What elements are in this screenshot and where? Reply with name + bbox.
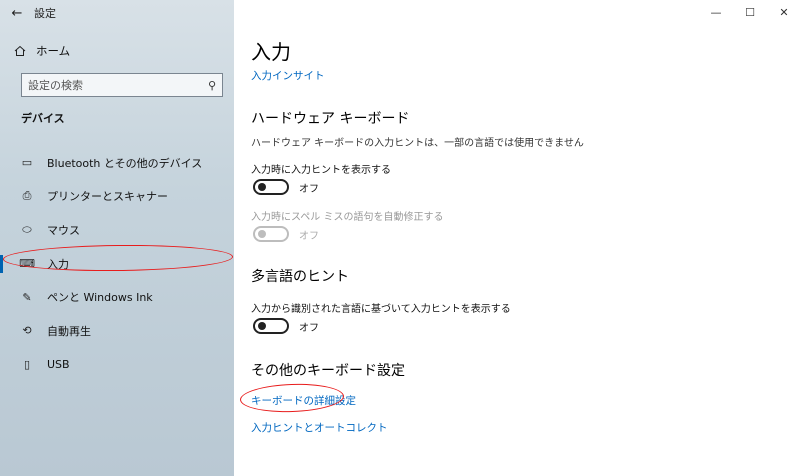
title-bar: ← 設定 — [0, 0, 234, 26]
insight-link[interactable]: 入力インサイト — [251, 68, 325, 83]
sidebar-item-bluetooth[interactable]: ▭ Bluetooth とその他のデバイス — [0, 146, 234, 180]
sidebar-item-autoplay[interactable]: ⟲ 自動再生 — [0, 314, 234, 348]
sidebar-item-pen[interactable]: ✎ ペンと Windows Ink — [0, 280, 234, 314]
sidebar: ← 設定 ホーム 設定の検索 ⚲ デバイス ▭ Bluetooth とその他のデ… — [0, 0, 234, 476]
usb-icon: ▯ — [23, 357, 31, 371]
multilingual-heading: 多言語のヒント — [251, 269, 349, 285]
hints-autocorrect-link[interactable]: 入力ヒントとオートコレクト — [251, 420, 388, 435]
close-button[interactable]: ✕ — [768, 0, 800, 24]
pen-icon: ✎ — [22, 290, 32, 304]
toggle-switch[interactable] — [253, 318, 289, 334]
section-heading: デバイス — [21, 112, 65, 125]
toggle-switch-disabled — [253, 226, 289, 242]
autocorrect-toggle: オフ — [253, 226, 319, 242]
mouse-icon: ⬭ — [22, 222, 32, 236]
hardware-keyboard-description: ハードウェア キーボードの入力ヒントは、一部の言語では使用できません — [251, 138, 584, 149]
sidebar-item-label: ペンと Windows Ink — [47, 291, 153, 305]
multilingual-label: 入力から識別された言語に基づいて入力ヒントを表示する — [251, 304, 511, 315]
sidebar-item-label: 自動再生 — [47, 324, 91, 338]
maximize-icon: ☐ — [745, 5, 755, 19]
minimize-button[interactable]: — — [700, 0, 732, 24]
minimize-icon: — — [710, 5, 722, 19]
other-keyboard-heading: その他のキーボード設定 — [251, 363, 405, 379]
toggle-switch[interactable] — [253, 179, 289, 195]
printer-icon: ⎙ — [22, 189, 32, 203]
page-title: 入力 — [251, 40, 291, 64]
maximize-button[interactable]: ☐ — [734, 0, 766, 24]
autoplay-icon: ⟲ — [22, 324, 32, 338]
close-icon: ✕ — [779, 5, 789, 19]
back-button[interactable]: ← — [0, 0, 34, 26]
hardware-keyboard-heading: ハードウェア キーボード — [251, 111, 410, 127]
sidebar-item-label: USB — [47, 357, 70, 371]
search-input[interactable]: 設定の検索 ⚲ — [21, 73, 223, 97]
sidebar-item-mouse[interactable]: ⬭ マウス — [0, 213, 234, 247]
sidebar-item-label: 入力 — [47, 257, 69, 271]
window-controls: — ☐ ✕ — [698, 0, 800, 26]
nav-home[interactable]: ホーム — [14, 40, 70, 62]
advanced-keyboard-link[interactable]: キーボードの詳細設定 — [251, 393, 356, 408]
nav-home-label: ホーム — [36, 44, 71, 58]
search-placeholder: 設定の検索 — [28, 79, 83, 92]
bluetooth-devices-icon: ▭ — [21, 156, 33, 170]
search-icon: ⚲ — [207, 78, 216, 92]
toggle-state: オフ — [299, 183, 319, 195]
sidebar-item-printers[interactable]: ⎙ プリンターとスキャナー — [0, 180, 234, 214]
content-pane: — ☐ ✕ 入力 入力インサイト ハードウェア キーボード ハードウェア キーボ… — [234, 0, 800, 476]
nav-list: ▭ Bluetooth とその他のデバイス ⎙ プリンターとスキャナー ⬭ マウ… — [0, 146, 234, 381]
multilingual-toggle[interactable]: オフ — [253, 318, 319, 334]
home-icon — [14, 45, 26, 56]
autocorrect-label: 入力時にスペル ミスの語句を自動修正する — [251, 212, 444, 223]
show-hints-toggle[interactable]: オフ — [253, 179, 319, 195]
sidebar-item-input[interactable]: ⌨ 入力 — [0, 247, 234, 281]
toggle-state: オフ — [299, 230, 319, 242]
sidebar-item-label: マウス — [47, 223, 80, 237]
toggle-state: オフ — [299, 322, 319, 334]
sidebar-item-usb[interactable]: ▯ USB — [0, 348, 234, 382]
sidebar-item-label: プリンターとスキャナー — [47, 190, 168, 204]
show-hints-label: 入力時に入力ヒントを表示する — [251, 165, 391, 176]
back-arrow-icon: ← — [11, 5, 23, 21]
app-title: 設定 — [34, 7, 56, 20]
settings-window: ← 設定 ホーム 設定の検索 ⚲ デバイス ▭ Bluetooth とその他のデ… — [0, 0, 800, 476]
keyboard-icon: ⌨ — [19, 257, 35, 271]
sidebar-item-label: Bluetooth とその他のデバイス — [47, 156, 203, 170]
